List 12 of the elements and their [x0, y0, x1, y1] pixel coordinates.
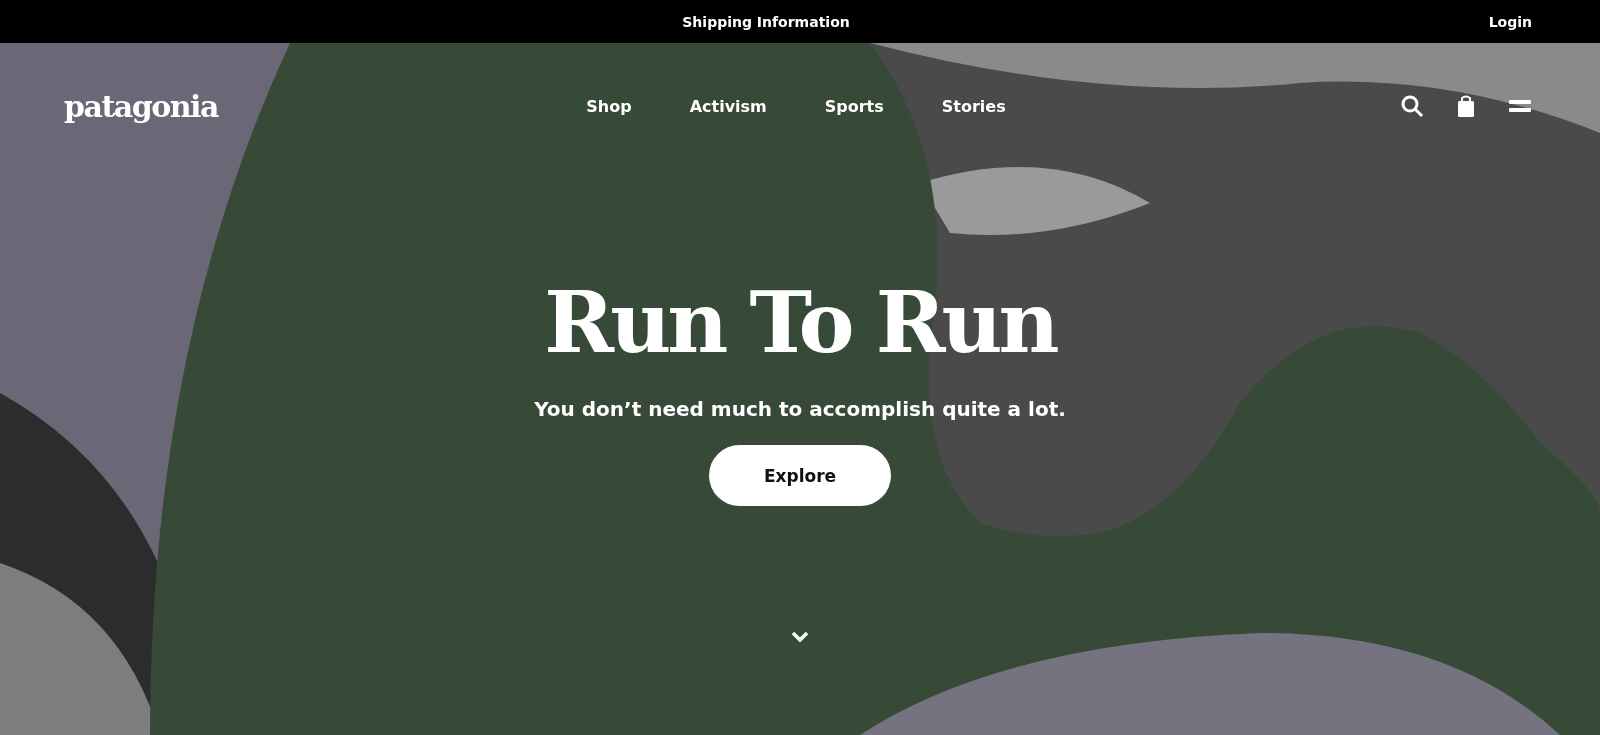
search-icon[interactable] [1400, 94, 1424, 118]
hero-title: Run To Run [544, 281, 1056, 365]
nav-link[interactable]: Sports [824, 96, 884, 116]
nav-link[interactable]: Activism [689, 96, 767, 116]
hero-subtitle: You don’t need much to accomplish quite a lot. [534, 397, 1066, 421]
login-link[interactable]: Login [1488, 13, 1532, 30]
nav-link[interactable]: Shop [586, 96, 632, 116]
chevron-down-icon[interactable] [790, 630, 810, 644]
explore-button[interactable]: Explore [709, 445, 891, 506]
patagonia-logo[interactable]: patagonia [64, 88, 218, 124]
shipping-information-link[interactable]: Shipping Information [682, 13, 850, 30]
nav-link[interactable]: Stories [941, 96, 1006, 116]
